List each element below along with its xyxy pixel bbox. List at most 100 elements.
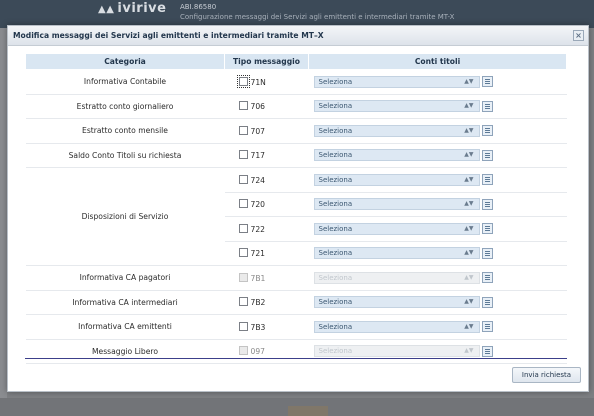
select-arrows-icon: ▲▼ — [464, 273, 474, 281]
list-icon[interactable] — [481, 76, 493, 88]
select-arrows-icon: ▲▼ — [464, 151, 474, 159]
list-icon[interactable] — [481, 296, 493, 308]
modal-dialog: Modifica messaggi dei Servizi agli emitt… — [7, 25, 589, 392]
select-value: Seleziona — [318, 151, 353, 160]
close-icon[interactable]: × — [573, 30, 584, 41]
table-row: Messaggio Libero 097 Seleziona ▲▼ — [25, 339, 567, 364]
accounts-select[interactable]: Seleziona ▲▼ — [313, 100, 480, 113]
message-code: 7B3 — [250, 322, 266, 332]
message-code: 706 — [250, 102, 266, 112]
category-cell: Saldo Conto Titoli su richiesta — [25, 143, 225, 168]
accounts-cell: Seleziona ▲▼ — [308, 216, 567, 242]
list-icon[interactable] — [481, 100, 493, 112]
header-categoria: Categoria — [25, 53, 225, 70]
table-row: Informativa CA emittenti 7B3 Seleziona ▲▼ — [25, 314, 567, 340]
background-logo-text: ivirive — [117, 1, 167, 16]
message-checkbox[interactable] — [238, 150, 248, 160]
message-checkbox-disabled — [238, 346, 248, 356]
message-checkbox-disabled — [238, 272, 248, 282]
select-arrows-icon: ▲▼ — [464, 102, 474, 110]
message-code: 707 — [250, 126, 266, 136]
accounts-select[interactable]: Seleziona ▲▼ — [313, 173, 480, 186]
message-checkbox[interactable] — [238, 125, 248, 135]
select-arrows-icon: ▲▼ — [464, 298, 474, 306]
select-value: Seleziona — [318, 322, 353, 331]
background-subtitle: Configurazione messaggi dei Servizi agli… — [180, 13, 455, 21]
accounts-select[interactable]: Seleziona ▲▼ — [313, 320, 480, 333]
type-cell: 724 — [224, 167, 309, 193]
accounts-cell: Seleziona ▲▼ — [308, 290, 567, 315]
select-value: Seleziona — [318, 200, 353, 209]
select-value: Seleziona — [318, 298, 353, 307]
type-cell: 722 — [224, 216, 309, 242]
message-code: 71N — [250, 77, 266, 87]
table-row: Informativa CA pagatori 7B1 Seleziona ▲▼ — [25, 265, 567, 291]
background-footer — [0, 398, 594, 416]
type-cell: 097 — [224, 339, 309, 364]
accounts-select-disabled: Seleziona ▲▼ — [313, 271, 480, 284]
select-arrows-icon: ▲▼ — [464, 200, 474, 208]
select-value: Seleziona — [318, 347, 353, 356]
send-request-button[interactable]: Invia richiesta — [512, 367, 581, 383]
list-icon[interactable] — [481, 247, 493, 259]
select-value: Seleziona — [318, 126, 353, 135]
category-cell: Estratto conto giornaliero — [25, 94, 225, 119]
message-checkbox[interactable] — [236, 74, 250, 88]
select-value: Seleziona — [318, 102, 353, 111]
accounts-select[interactable]: Seleziona ▲▼ — [313, 198, 480, 211]
table-row: Disposizioni di Servizio 724 Seleziona ▲▼ — [25, 167, 567, 266]
accounts-select[interactable]: Seleziona ▲▼ — [313, 75, 480, 88]
list-icon[interactable] — [481, 223, 493, 235]
category-cell: Estratto conto mensile — [25, 118, 225, 144]
list-icon[interactable] — [481, 345, 493, 357]
accounts-select[interactable]: Seleziona ▲▼ — [313, 222, 480, 235]
message-code: 722 — [250, 224, 266, 234]
accounts-select-disabled: Seleziona ▲▼ — [313, 345, 480, 358]
category-cell: Disposizioni di Servizio — [25, 167, 225, 266]
message-code: 720 — [250, 200, 266, 210]
background-footer-strip — [288, 406, 328, 416]
message-checkbox[interactable] — [238, 223, 248, 233]
type-cell: 717 — [224, 143, 309, 168]
message-checkbox[interactable] — [238, 101, 248, 111]
list-icon[interactable] — [481, 125, 493, 137]
message-checkbox[interactable] — [238, 199, 248, 209]
list-icon[interactable] — [481, 198, 493, 210]
select-value: Seleziona — [318, 273, 353, 282]
list-icon[interactable] — [481, 272, 493, 284]
message-code: 721 — [250, 249, 266, 259]
message-checkbox[interactable] — [238, 297, 248, 307]
select-value: Seleziona — [318, 249, 353, 258]
accounts-select[interactable]: Seleziona ▲▼ — [313, 149, 480, 162]
message-code: 7B2 — [250, 298, 266, 308]
background-logo: ▲▲ ivirive — [98, 1, 167, 16]
category-cell: Informativa CA pagatori — [25, 265, 225, 291]
message-checkbox[interactable] — [238, 248, 248, 258]
table-row: Estratto conto giornaliero 706 Seleziona… — [25, 94, 567, 119]
table-header-row: Categoria Tipo messaggio Conti titoli — [25, 53, 567, 70]
type-cell: 71N — [224, 69, 309, 95]
list-icon[interactable] — [481, 321, 493, 333]
message-checkbox[interactable] — [238, 321, 248, 331]
type-cell: 720 — [224, 192, 309, 217]
type-cell: 7B2 — [224, 290, 309, 315]
table-row: Saldo Conto Titoli su richiesta 717 Sele… — [25, 143, 567, 168]
message-code: 724 — [250, 175, 266, 185]
accounts-select[interactable]: Seleziona ▲▼ — [313, 247, 480, 260]
select-arrows-icon: ▲▼ — [464, 249, 474, 257]
accounts-cell: Seleziona ▲▼ — [308, 69, 567, 95]
message-checkbox[interactable] — [238, 174, 248, 184]
accounts-select[interactable]: Seleziona ▲▼ — [313, 124, 480, 137]
header-tipo-messaggio: Tipo messaggio — [224, 53, 309, 70]
accounts-cell: Seleziona ▲▼ — [308, 265, 567, 291]
list-icon[interactable] — [481, 149, 493, 161]
dialog-title: Modifica messaggi dei Servizi agli emitt… — [13, 31, 324, 40]
select-arrows-icon: ▲▼ — [464, 322, 474, 330]
accounts-cell: Seleziona ▲▼ — [308, 241, 567, 266]
list-icon[interactable] — [481, 174, 493, 186]
accounts-select[interactable]: Seleziona ▲▼ — [313, 296, 480, 309]
accounts-cell: Seleziona ▲▼ — [308, 118, 567, 144]
category-cell: Informativa CA intermediari — [25, 290, 225, 315]
message-code: 097 — [250, 347, 266, 357]
category-cell: Messaggio Libero — [25, 339, 225, 364]
